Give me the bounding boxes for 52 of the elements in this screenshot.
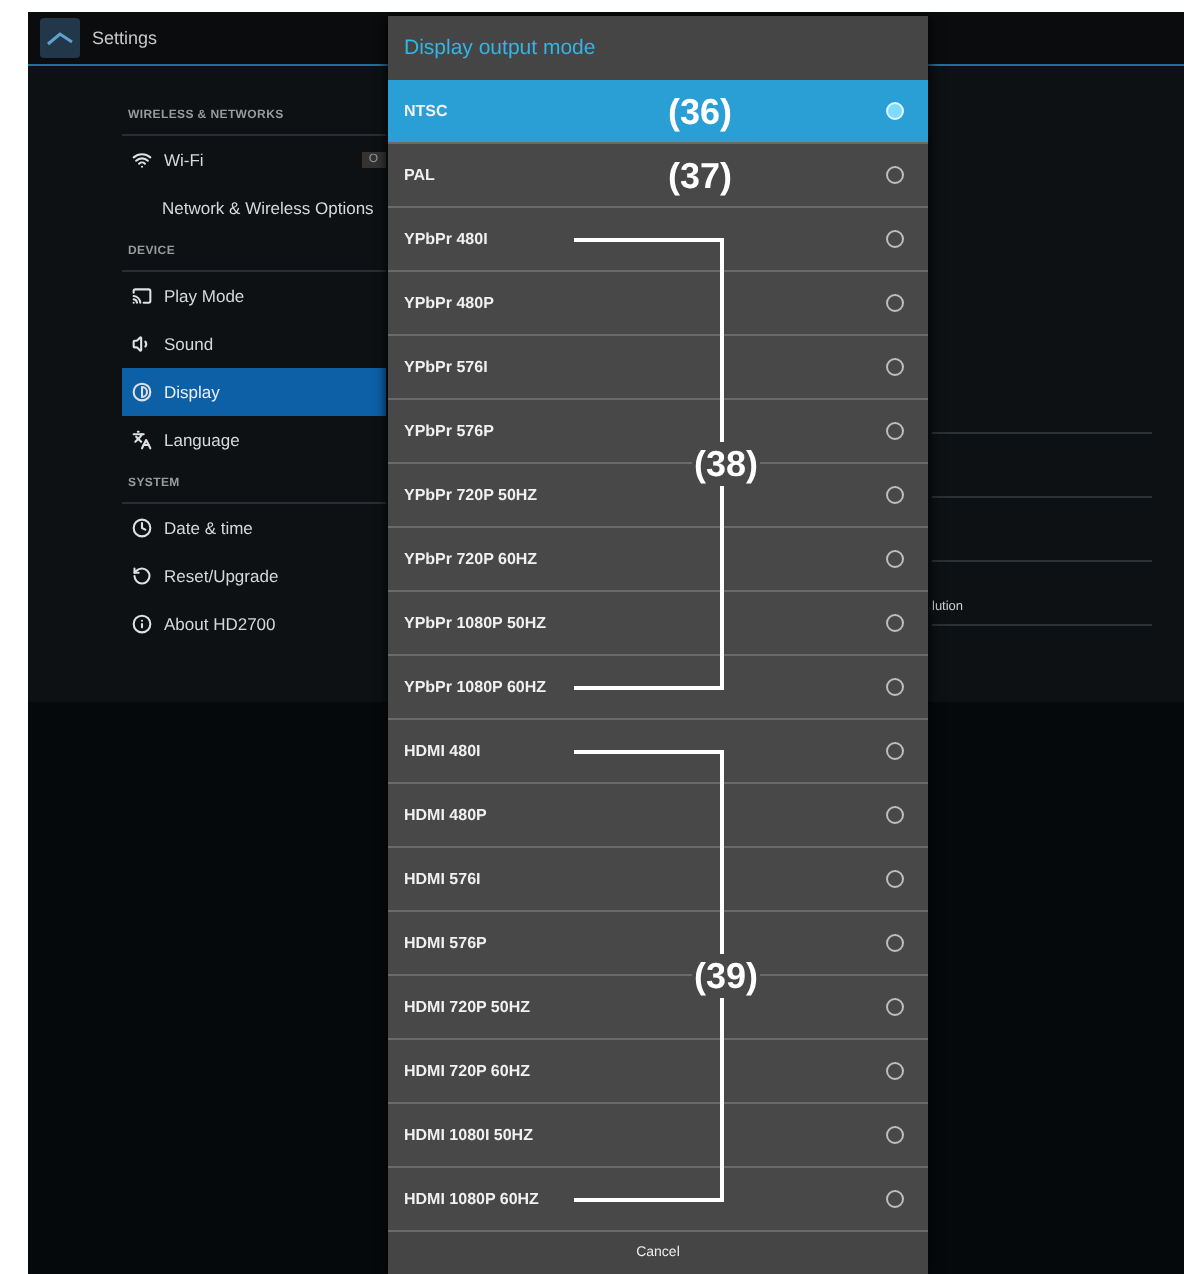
radio-button[interactable] xyxy=(886,486,904,504)
radio-button[interactable] xyxy=(886,1126,904,1144)
settings-menu-item[interactable]: Date & time xyxy=(122,504,386,552)
speaker-icon xyxy=(132,334,152,354)
callout-number: (39) xyxy=(692,954,760,998)
language-icon xyxy=(132,430,152,450)
settings-menu-item[interactable]: Sound xyxy=(122,320,386,368)
settings-menu-item[interactable]: Display xyxy=(122,368,386,416)
radio-button[interactable] xyxy=(886,1062,904,1080)
option-row[interactable]: YPbPr 1080P 50HZ xyxy=(388,592,928,656)
settings-menu-item[interactable]: About HD2700 xyxy=(122,600,386,648)
clock-icon xyxy=(132,518,152,538)
contrast-icon xyxy=(132,382,152,402)
radio-button[interactable] xyxy=(886,1190,904,1208)
info-icon xyxy=(132,614,152,634)
radio-button[interactable] xyxy=(886,870,904,888)
radio-button[interactable] xyxy=(886,550,904,568)
radio-button[interactable] xyxy=(886,230,904,248)
callout-number: (37) xyxy=(666,154,734,198)
reset-icon xyxy=(132,566,152,586)
radio-button[interactable] xyxy=(886,358,904,376)
callout-number: (36) xyxy=(666,90,734,134)
dialog-title: Display output mode xyxy=(402,34,598,64)
cast-icon xyxy=(132,286,152,306)
settings-menu-item[interactable]: Play Mode xyxy=(122,272,386,320)
radio-button[interactable] xyxy=(886,998,904,1016)
radio-button[interactable] xyxy=(886,166,904,184)
option-row[interactable]: HDMI 1080P 60HZ xyxy=(388,1168,928,1232)
radio-button[interactable] xyxy=(886,934,904,952)
radio-button[interactable] xyxy=(886,614,904,632)
wifi-icon xyxy=(132,150,152,170)
option-row[interactable]: HDMI 720P 60HZ xyxy=(388,1040,928,1104)
option-row[interactable]: HDMI 480P xyxy=(388,784,928,848)
settings-menu-item[interactable]: Language xyxy=(122,416,386,464)
option-row[interactable]: HDMI 1080I 50HZ xyxy=(388,1104,928,1168)
radio-button[interactable] xyxy=(886,294,904,312)
settings-app-icon xyxy=(40,18,80,58)
callout-number: (38) xyxy=(692,442,760,486)
radio-button[interactable] xyxy=(886,422,904,440)
radio-button[interactable] xyxy=(886,806,904,824)
option-row[interactable]: YPbPr 720P 60HZ xyxy=(388,528,928,592)
option-row[interactable]: YPbPr 1080P 60HZ xyxy=(388,656,928,720)
radio-button[interactable] xyxy=(886,678,904,696)
radio-button[interactable] xyxy=(886,742,904,760)
option-row[interactable]: YPbPr 480P xyxy=(388,272,928,336)
option-row[interactable]: HDMI 480I xyxy=(388,720,928,784)
screen-title: Settings xyxy=(92,28,158,48)
option-row[interactable]: HDMI 576I xyxy=(388,848,928,912)
settings-menu-item[interactable]: Network & Wireless Options xyxy=(122,184,386,232)
settings-menu-item[interactable]: Reset/Upgrade xyxy=(122,552,386,600)
option-row[interactable]: YPbPr 576I xyxy=(388,336,928,400)
option-row[interactable]: YPbPr 480I xyxy=(388,208,928,272)
